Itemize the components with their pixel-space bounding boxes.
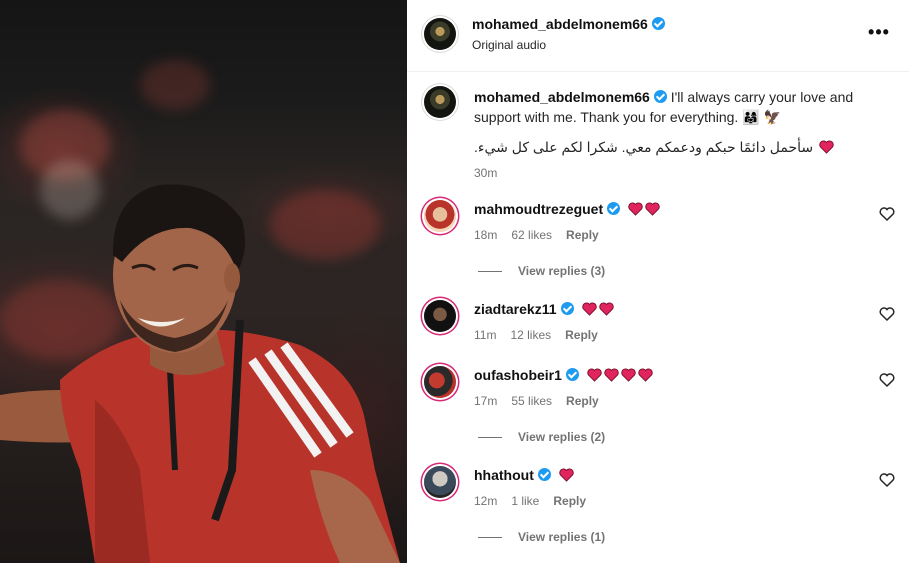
view-replies-label[interactable]: View replies (1) bbox=[518, 530, 605, 544]
like-heart-outline-icon[interactable] bbox=[879, 306, 895, 322]
comment-line: ziadtarekz11 bbox=[474, 301, 614, 317]
caption-text: mohamed_abdelmonem66 I'll always carry y… bbox=[474, 87, 874, 127]
like-heart-outline-icon[interactable] bbox=[879, 206, 895, 222]
heart-icon bbox=[621, 368, 636, 382]
author-username-text[interactable]: mohamed_abdelmonem66 bbox=[472, 16, 648, 32]
heart-icon bbox=[645, 202, 660, 216]
heart-icon bbox=[559, 468, 574, 482]
heart-icon bbox=[638, 368, 653, 382]
post-media[interactable] bbox=[0, 0, 407, 563]
comment-hearts bbox=[557, 467, 574, 483]
comment-line: mahmoudtrezeguet bbox=[474, 201, 660, 217]
heart-icon bbox=[628, 202, 643, 216]
caption-arabic: سأحمل دائمًا حبكم ودعمكم معي. شكرا لكم ع… bbox=[474, 139, 844, 156]
reply-button[interactable]: Reply bbox=[553, 494, 586, 508]
comment-likes[interactable]: 1 like bbox=[511, 494, 539, 508]
replies-divider bbox=[478, 437, 502, 439]
comment-likes[interactable]: 12 likes bbox=[510, 328, 551, 342]
comment-hearts bbox=[585, 367, 653, 383]
commenter-username[interactable]: mahmoudtrezeguet bbox=[474, 201, 603, 217]
more-options-icon[interactable]: ••• bbox=[867, 22, 891, 42]
caption-timestamp: 30m bbox=[474, 166, 498, 180]
comment-timestamp: 12m bbox=[474, 494, 498, 508]
comment-hearts bbox=[626, 201, 660, 217]
commenter-avatar[interactable] bbox=[424, 466, 456, 498]
view-replies-label[interactable]: View replies (3) bbox=[518, 264, 605, 278]
like-heart-outline-icon[interactable] bbox=[879, 372, 895, 388]
heart-icon bbox=[598, 302, 614, 316]
caption-arabic-text: سأحمل دائمًا حبكم ودعمكم معي. شكرا لكم ع… bbox=[474, 139, 814, 155]
comment-meta: 11m 12 likes Reply bbox=[474, 328, 612, 342]
commenter-username[interactable]: ziadtarekz11 bbox=[474, 301, 557, 317]
original-audio-link[interactable]: Original audio bbox=[472, 38, 546, 52]
like-heart-outline-icon[interactable] bbox=[879, 472, 895, 488]
comment-meta: 17m 55 likes Reply bbox=[474, 394, 613, 408]
heart-icon bbox=[581, 302, 597, 316]
comment-hearts bbox=[580, 301, 614, 317]
heart-icon bbox=[587, 368, 602, 382]
commenter-avatar[interactable] bbox=[424, 200, 456, 232]
comment-line: hhathout bbox=[474, 467, 574, 483]
view-replies-button[interactable]: View replies (1) bbox=[478, 530, 605, 544]
comment-likes[interactable]: 55 likes bbox=[511, 394, 552, 408]
verified-badge-icon bbox=[565, 368, 579, 381]
reply-button[interactable]: Reply bbox=[566, 394, 599, 408]
comment-timestamp: 18m bbox=[474, 228, 498, 242]
comment-meta: 12m 1 like Reply bbox=[474, 494, 600, 508]
author-username[interactable]: mohamed_abdelmonem66 bbox=[472, 16, 665, 32]
author-avatar[interactable] bbox=[424, 18, 456, 50]
caption-username[interactable]: mohamed_abdelmonem66 bbox=[474, 89, 650, 105]
heart-icon bbox=[819, 140, 834, 154]
player-photo bbox=[0, 184, 400, 563]
comment-timestamp: 17m bbox=[474, 394, 498, 408]
reply-button[interactable]: Reply bbox=[565, 328, 598, 342]
comments-panel: mohamed_abdelmonem66 Original audio ••• … bbox=[407, 0, 909, 563]
replies-divider bbox=[478, 537, 502, 539]
comment-timestamp: 11m bbox=[474, 328, 497, 342]
verified-badge-icon bbox=[653, 90, 667, 103]
verified-badge-icon bbox=[537, 468, 551, 481]
comment-line: oufashobeir1 bbox=[474, 367, 653, 383]
post-header: mohamed_abdelmonem66 Original audio ••• bbox=[407, 0, 909, 72]
verified-badge-icon bbox=[651, 17, 665, 30]
commenter-avatar[interactable] bbox=[424, 300, 456, 332]
verified-badge-icon bbox=[607, 202, 621, 215]
caption-author-avatar[interactable] bbox=[424, 86, 456, 118]
comment-likes[interactable]: 62 likes bbox=[511, 228, 552, 242]
view-replies-label[interactable]: View replies (2) bbox=[518, 430, 605, 444]
heart-icon bbox=[604, 368, 619, 382]
view-replies-button[interactable]: View replies (2) bbox=[478, 430, 605, 444]
commenter-avatar[interactable] bbox=[424, 366, 456, 398]
replies-divider bbox=[478, 271, 502, 273]
reply-button[interactable]: Reply bbox=[566, 228, 599, 242]
verified-badge-icon bbox=[560, 302, 574, 315]
commenter-username[interactable]: oufashobeir1 bbox=[474, 367, 562, 383]
commenter-username[interactable]: hhathout bbox=[474, 467, 534, 483]
comment-meta: 18m 62 likes Reply bbox=[474, 228, 613, 242]
caption-emojis: 👨‍👩‍👧 🦅 bbox=[742, 109, 781, 125]
view-replies-button[interactable]: View replies (3) bbox=[478, 264, 605, 278]
